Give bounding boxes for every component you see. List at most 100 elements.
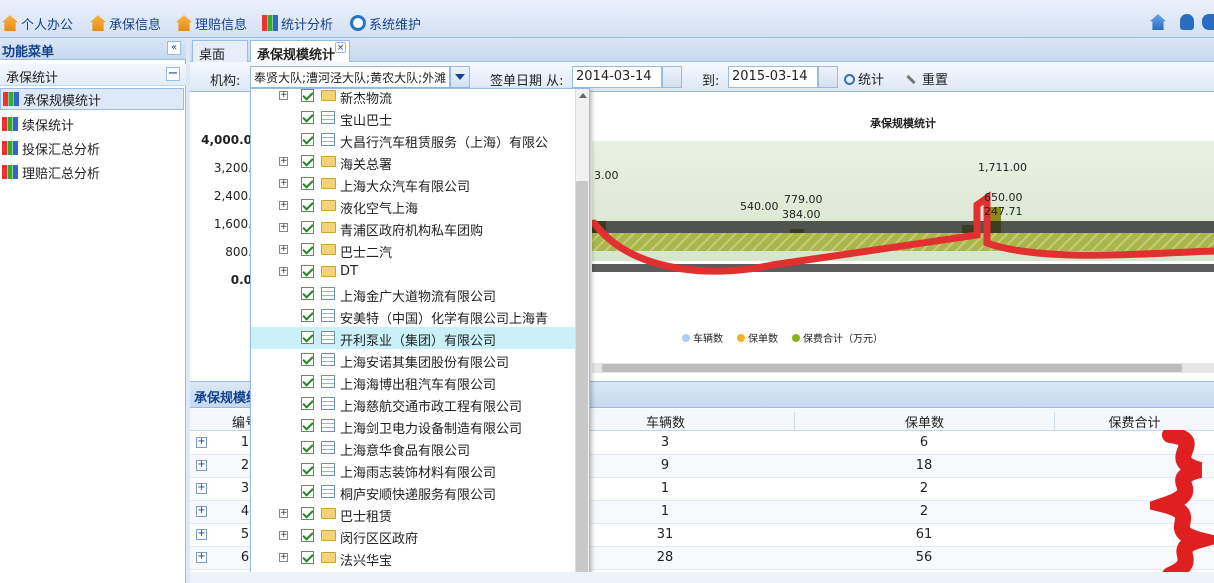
chart-scroll-thumb[interactable] (602, 364, 1182, 372)
collapse-section-icon[interactable]: − (166, 67, 180, 81)
expand-icon[interactable]: + (279, 531, 288, 540)
checkbox[interactable] (301, 287, 314, 300)
checkbox[interactable] (301, 353, 314, 366)
checkbox[interactable] (301, 133, 314, 146)
tree-node[interactable]: 安美特（中国）化学有限公司上海青 (251, 305, 577, 327)
checkbox[interactable] (301, 485, 314, 498)
tree-node[interactable]: + 巴士二汽 (251, 239, 577, 261)
org-tree-dropdown[interactable]: + 新杰物流 宝山巴士 大昌行汽车租赁服务（上海）有限公 + 海关总署 + 上海大众汽车有限公… (250, 88, 590, 578)
row-expand-icon[interactable]: + (196, 552, 207, 563)
tree-scroll-thumb[interactable] (576, 181, 588, 575)
tab-scale-stats[interactable]: 承保规模统计 × (250, 40, 350, 63)
col-header-policies[interactable]: 保单数 (794, 412, 1054, 431)
checkbox[interactable] (301, 155, 314, 168)
tree-node[interactable]: 开利泵业（集团）有限公司 (251, 327, 577, 349)
checkbox[interactable] (301, 397, 314, 410)
tree-node[interactable]: 上海慈航交通市政工程有限公司 (251, 393, 577, 415)
tree-node[interactable]: 宝山巴士 (251, 107, 577, 129)
checkbox[interactable] (301, 309, 314, 322)
checkbox[interactable] (301, 199, 314, 212)
checkbox[interactable] (301, 551, 314, 564)
sidebar-section[interactable]: 承保统计 − (0, 64, 186, 86)
tree-node[interactable]: 上海剑卫电力设备制造有限公司 (251, 415, 577, 437)
sidebar-item-claims-summary[interactable]: 理赔汇总分析 (0, 161, 184, 183)
tree-node[interactable]: 桐庐安顺快递服务有限公司 (251, 481, 577, 503)
expand-icon[interactable]: + (279, 201, 288, 210)
expand-icon[interactable]: + (279, 223, 288, 232)
checkbox[interactable] (301, 375, 314, 388)
tree-node[interactable]: 上海金广大道物流有限公司 (251, 283, 577, 305)
collapse-sidebar-button[interactable]: « (167, 41, 181, 55)
calendar-icon[interactable] (818, 66, 838, 88)
menu-item-claims[interactable]: 理赔信息 (176, 12, 247, 34)
col-header-premium[interactable]: 保费合计 (1054, 412, 1214, 431)
checkbox[interactable] (301, 89, 314, 102)
date-to-input[interactable]: 2015-03-14 (728, 66, 818, 88)
checkbox[interactable] (301, 507, 314, 520)
org-dropdown-trigger[interactable] (450, 66, 470, 88)
tree-node[interactable]: + 新杰物流 (251, 89, 577, 107)
tree-node[interactable]: 上海安诺其集团股份有限公司 (251, 349, 577, 371)
checkbox[interactable] (301, 177, 314, 190)
tree-node[interactable]: 大昌行汽车租赁服务（上海）有限公 (251, 129, 577, 151)
expand-icon[interactable]: + (279, 267, 288, 276)
checkbox[interactable] (301, 419, 314, 432)
checkbox[interactable] (301, 529, 314, 542)
row-expand-icon[interactable]: + (196, 483, 207, 494)
checkbox[interactable] (301, 441, 314, 454)
tab-desktop[interactable]: 桌面 (192, 40, 248, 63)
checkbox[interactable] (301, 221, 314, 234)
tree-node[interactable]: + 闵行区区政府 (251, 525, 577, 547)
row-expand-icon[interactable]: + (196, 437, 207, 448)
menu-item-personal[interactable]: 个人办公 (2, 12, 73, 34)
tree-node-label: 新杰物流 (340, 92, 393, 107)
home-icon[interactable] (1150, 14, 1166, 30)
date-from-input[interactable]: 2014-03-14 (572, 66, 662, 88)
expand-icon[interactable]: + (279, 91, 288, 100)
expand-icon[interactable]: + (279, 245, 288, 254)
tree-node[interactable]: 上海雨志装饰材料有限公司 (251, 459, 577, 481)
checkbox[interactable] (301, 463, 314, 476)
legend-item[interactable]: 保单数 (737, 330, 778, 345)
scroll-up-icon[interactable] (579, 93, 587, 98)
tree-node[interactable]: + 液化空气上海 (251, 195, 577, 217)
tree-node[interactable]: + 海关总署 (251, 151, 577, 173)
sidebar-item-scale-stats[interactable]: 承保规模统计 (0, 88, 184, 110)
menu-item-underwriting[interactable]: 承保信息 (90, 12, 161, 34)
tree-node[interactable]: + 青浦区政府机构私车团购 (251, 217, 577, 239)
close-tab-icon[interactable]: × (335, 42, 346, 53)
stat-button[interactable]: 统计 (844, 69, 884, 88)
tree-node[interactable]: + 巴士租赁 (251, 503, 577, 525)
tree-node[interactable]: + 上海大众汽车有限公司 (251, 173, 577, 195)
reset-button[interactable]: 重置 (906, 69, 948, 88)
checkbox[interactable] (301, 265, 314, 278)
menu-item-stats[interactable]: 统计分析 (262, 12, 333, 34)
row-expand-icon[interactable]: + (196, 460, 207, 471)
row-expand-icon[interactable]: + (196, 506, 207, 517)
sidebar-item-renewal[interactable]: 续保统计 (0, 113, 184, 135)
tree-node[interactable]: 上海海博出租汽车有限公司 (251, 371, 577, 393)
logout-icon[interactable] (1202, 14, 1214, 30)
sidebar-item-policy-summary[interactable]: 投保汇总分析 (0, 137, 184, 159)
row-expand-icon[interactable]: + (196, 529, 207, 540)
folder-icon (321, 156, 336, 167)
tree-scrollbar[interactable] (575, 89, 589, 577)
tree-node[interactable]: + 法兴华宝 (251, 547, 577, 569)
legend-item[interactable]: 车辆数 (682, 330, 723, 345)
tree-node[interactable]: + DT (251, 261, 577, 283)
expand-icon[interactable]: + (279, 553, 288, 562)
expand-icon[interactable]: + (279, 509, 288, 518)
checkbox[interactable] (301, 331, 314, 344)
bar-chart-icon (2, 117, 18, 131)
expand-icon[interactable]: + (279, 179, 288, 188)
legend-item[interactable]: 保费合计（万元） (792, 330, 883, 345)
org-combo-input[interactable]: 奉贤大队;漕河泾大队;黄农大队;外滩 (250, 66, 450, 88)
expand-icon[interactable]: + (279, 157, 288, 166)
user-icon[interactable] (1180, 14, 1194, 30)
checkbox[interactable] (301, 111, 314, 124)
menu-item-system[interactable]: 系统维护 (350, 12, 421, 34)
chart-scrollbar[interactable] (592, 363, 1214, 373)
checkbox[interactable] (301, 243, 314, 256)
tree-node[interactable]: 上海意华食品有限公司 (251, 437, 577, 459)
calendar-icon[interactable] (662, 66, 682, 88)
